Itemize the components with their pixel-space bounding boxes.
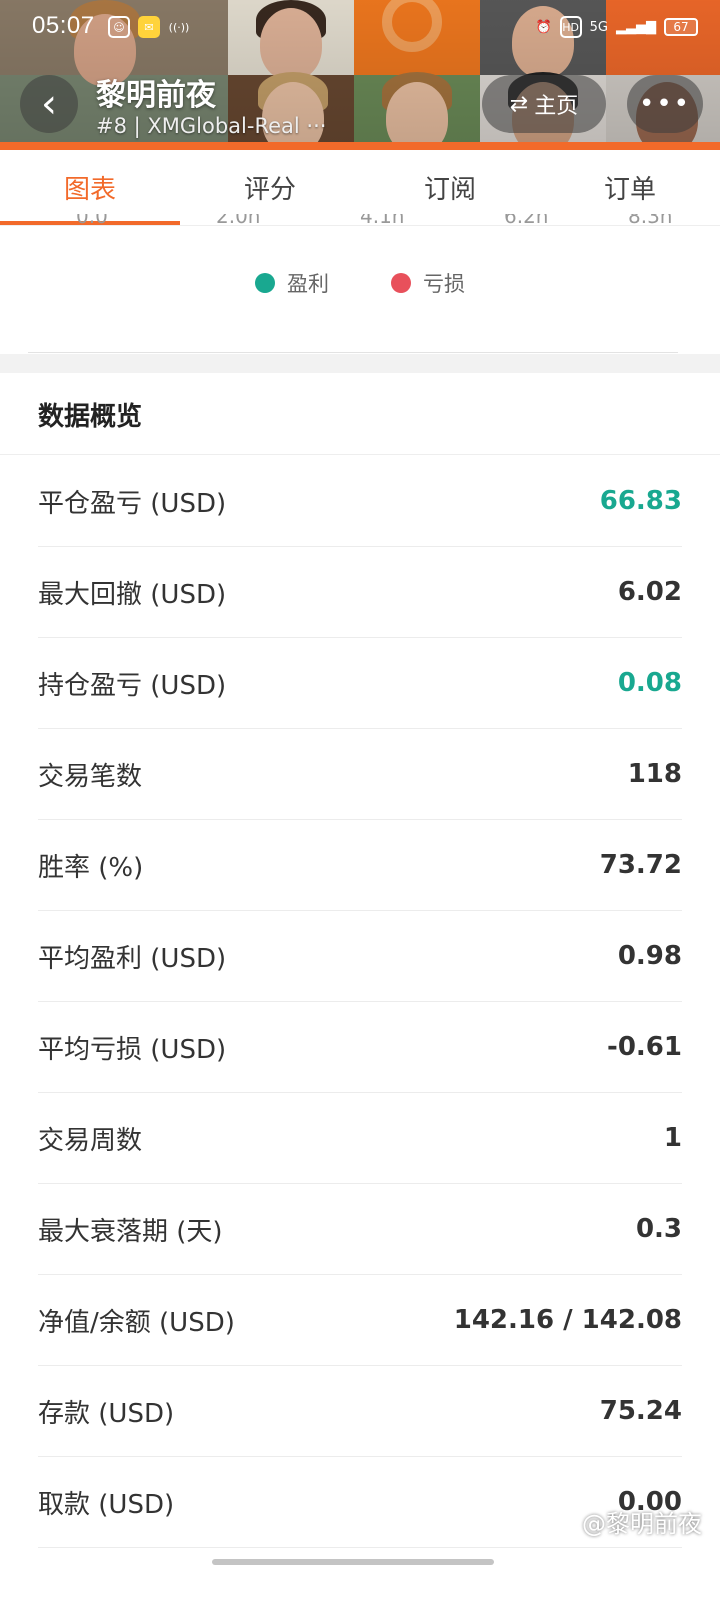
battery-icon: 67 xyxy=(664,18,698,36)
stat-row-max-decline-period: 最大衰落期 (天) 0.3 xyxy=(38,1184,682,1275)
x-tick-label: 8.3h xyxy=(628,214,673,228)
status-system-icons: ⏰ HD 5G ▂▃▅▇ 67 xyxy=(535,16,698,38)
chart-x-axis: 0.0 2.0h 4.1h 6.2h 8.3h xyxy=(0,214,720,234)
status-notification-icons: ☺ ✉ ((·)) xyxy=(108,16,190,38)
x-tick-label: 2.0h xyxy=(216,214,261,228)
mail-icon: ✉ xyxy=(138,16,160,38)
stat-label: 平均盈利 (USD) xyxy=(38,943,227,974)
chart-legend: 盈利 亏损 xyxy=(0,268,720,298)
stat-label: 存款 (USD) xyxy=(38,1398,175,1429)
stat-row-trade-count: 交易笔数 118 xyxy=(38,729,682,820)
stat-value: 75.24 xyxy=(599,1396,682,1426)
stat-value: 142.16 / 142.08 xyxy=(453,1305,682,1335)
back-button[interactable]: ‹ xyxy=(20,75,78,133)
home-indicator[interactable] xyxy=(212,1559,494,1565)
stat-label: 最大衰落期 (天) xyxy=(38,1216,223,1247)
x-tick-label: 0.0 xyxy=(76,214,108,228)
legend-label: 亏损 xyxy=(423,272,465,296)
legend-item-profit[interactable]: 盈利 xyxy=(255,268,329,298)
stat-row-open-pnl: 持仓盈亏 (USD) 0.08 xyxy=(38,638,682,729)
network-signal-icon: 5G xyxy=(589,19,608,35)
stat-label: 取款 (USD) xyxy=(38,1489,175,1520)
loss-dot-icon xyxy=(391,273,411,293)
divider xyxy=(0,454,720,455)
section-title: 数据概览 xyxy=(38,402,143,432)
stat-row-equity-balance: 净值/余额 (USD) 142.16 / 142.08 xyxy=(38,1275,682,1366)
stat-value: 118 xyxy=(627,759,682,789)
stat-value: 1 xyxy=(663,1123,682,1153)
stat-value: 0.3 xyxy=(635,1214,682,1244)
divider xyxy=(28,352,678,353)
profit-dot-icon xyxy=(255,273,275,293)
more-button[interactable]: ••• xyxy=(627,75,703,133)
stat-value: 0.08 xyxy=(617,668,682,698)
legend-label: 盈利 xyxy=(287,272,329,296)
stat-row-closed-pnl: 平仓盈亏 (USD) 66.83 xyxy=(38,456,682,547)
signal-broadcast-icon: ((·)) xyxy=(168,20,190,34)
chevron-left-icon: ‹ xyxy=(41,81,57,127)
page-title: 黎明前夜 xyxy=(96,78,216,113)
alarm-icon: ⏰ xyxy=(535,19,552,35)
stat-row-win-rate: 胜率 (%) 73.72 xyxy=(38,820,682,911)
stat-value: -0.61 xyxy=(607,1032,682,1062)
x-tick-label: 4.1h xyxy=(360,214,405,228)
stat-row-max-drawdown: 最大回撤 (USD) 6.02 xyxy=(38,547,682,638)
swap-icon: ⇄ xyxy=(509,91,529,117)
status-time: 05:07 xyxy=(32,12,95,39)
stat-value: 73.72 xyxy=(599,850,682,880)
x-tick-label: 6.2h xyxy=(504,214,549,228)
account-subtitle: #8 | XMGlobal-Real ··· xyxy=(96,114,327,138)
stat-row-deposit: 存款 (USD) 75.24 xyxy=(38,1366,682,1457)
home-button[interactable]: ⇄ 主页 xyxy=(482,75,606,133)
app-notification-icon: ☺ xyxy=(108,16,130,38)
home-button-label: 主页 xyxy=(534,94,579,119)
signal-bars-icon: ▂▃▅▇ xyxy=(616,19,656,35)
watermark: @黎明前夜 xyxy=(582,1510,702,1538)
stat-value: 66.83 xyxy=(599,486,682,516)
stat-label: 平均亏损 (USD) xyxy=(38,1034,227,1065)
stat-label: 最大回撤 (USD) xyxy=(38,579,227,610)
section-separator xyxy=(0,354,720,373)
stat-label: 交易笔数 xyxy=(38,761,143,792)
stat-label: 持仓盈亏 (USD) xyxy=(38,670,227,701)
more-dots-icon: ••• xyxy=(638,89,691,119)
stat-row-avg-loss: 平均亏损 (USD) -0.61 xyxy=(38,1002,682,1093)
stat-label: 交易周数 xyxy=(38,1125,143,1156)
hd-icon: HD xyxy=(559,16,582,38)
stats-list: 平仓盈亏 (USD) 66.83 最大回撤 (USD) 6.02 持仓盈亏 (USD… xyxy=(0,456,720,1548)
stat-label: 胜率 (%) xyxy=(38,852,144,883)
stat-row-avg-profit: 平均盈利 (USD) 0.98 xyxy=(38,911,682,1002)
legend-item-loss[interactable]: 亏损 xyxy=(391,268,465,298)
stat-value: 6.02 xyxy=(617,577,682,607)
stat-value: 0.98 xyxy=(617,941,682,971)
stat-label: 净值/余额 (USD) xyxy=(38,1307,235,1338)
stat-label: 平仓盈亏 (USD) xyxy=(38,488,227,519)
stat-row-trading-weeks: 交易周数 1 xyxy=(38,1093,682,1184)
